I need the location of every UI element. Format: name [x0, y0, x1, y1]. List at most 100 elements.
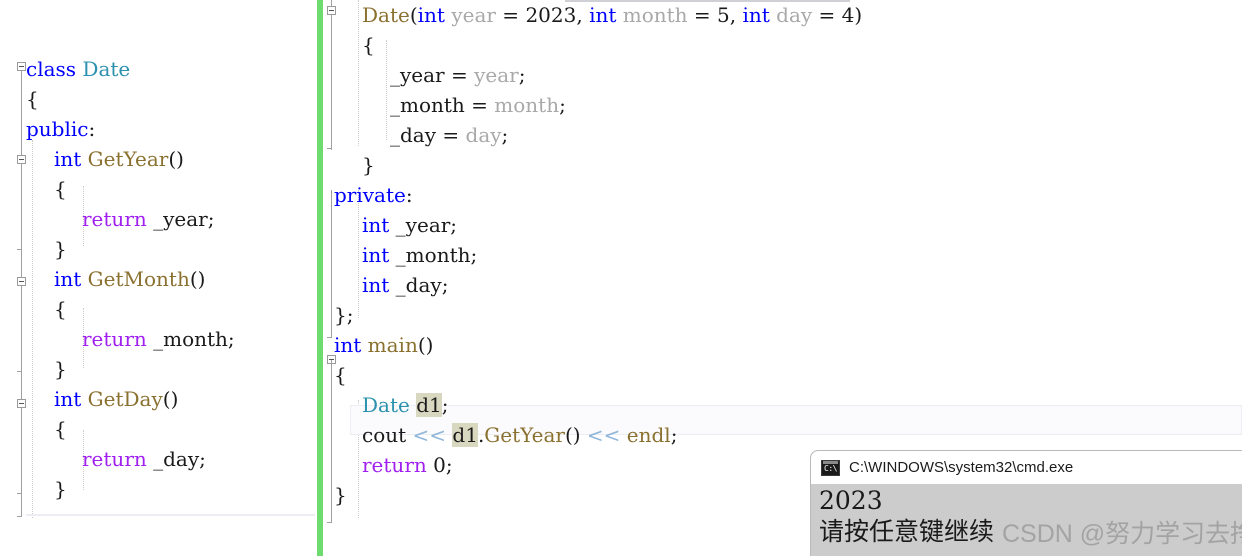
code-line[interactable]: int GetYear(): [26, 144, 235, 174]
code-token: (): [417, 333, 434, 357]
code-line[interactable]: int GetDay(): [26, 384, 235, 414]
change-indicator-bar: [317, 0, 323, 556]
code-token: endl: [626, 423, 671, 447]
code-token: (: [409, 3, 418, 27]
code-line[interactable]: Date d1;: [334, 390, 862, 420]
code-token: };: [334, 303, 354, 327]
collapsed-region-rule: [26, 514, 315, 516]
code-token: GetDay: [87, 387, 163, 411]
code-line[interactable]: return _day;: [26, 444, 235, 474]
code-token: :: [88, 117, 96, 141]
code-line[interactable]: public:: [26, 114, 235, 144]
code-token: }: [54, 477, 67, 501]
code-token: =: [687, 3, 718, 27]
console-output-line: 2023: [819, 486, 883, 515]
code-token: Date: [362, 3, 410, 27]
code-line[interactable]: _year = year;: [334, 60, 862, 90]
code-token: 4: [841, 3, 855, 27]
console-output-line: 请按任意键继续: [819, 517, 995, 546]
code-token: {: [334, 363, 347, 387]
code-token: (): [189, 267, 206, 291]
code-token: ;: [441, 393, 449, 417]
collapse-toggle-getyear[interactable]: [17, 155, 26, 164]
console-window[interactable]: C:\ C:\WINDOWS\system32\cmd.exe 2023 请按任…: [810, 450, 1242, 556]
console-titlebar[interactable]: C:\ C:\WINDOWS\system32\cmd.exe: [811, 451, 1242, 484]
code-token: _day: [390, 123, 437, 147]
code-token: month: [622, 3, 688, 27]
collapse-toggle-class-date[interactable]: [17, 62, 26, 71]
code-line[interactable]: }: [26, 354, 235, 384]
code-line[interactable]: }: [334, 480, 862, 510]
code-token: GetMonth: [87, 267, 190, 291]
code-token: private: [334, 183, 406, 207]
code-line[interactable]: _day = day;: [334, 120, 862, 150]
code-token: _day;: [389, 273, 449, 297]
outline-tick-ctor-end: [327, 148, 332, 149]
code-line[interactable]: private:: [334, 180, 862, 210]
code-token: }: [334, 483, 347, 507]
code-line[interactable]: int GetMonth(): [26, 264, 235, 294]
collapse-toggle-getmonth[interactable]: [17, 277, 26, 286]
code-line[interactable]: _month = month;: [334, 90, 862, 120]
code-line[interactable]: return _year;: [26, 204, 235, 234]
code-token: int: [334, 333, 368, 357]
code-token: =: [495, 3, 526, 27]
code-line[interactable]: }: [334, 150, 862, 180]
code-token: _month;: [146, 327, 235, 351]
code-line[interactable]: {: [334, 30, 862, 60]
code-line[interactable]: {: [26, 414, 235, 444]
outline-vertical-main: [331, 360, 332, 523]
code-token: =: [812, 3, 842, 27]
outline-tick-getyear-end: [17, 249, 22, 250]
code-line[interactable]: }: [26, 234, 235, 264]
code-token: GetYear: [87, 147, 169, 171]
code-line[interactable]: Date(int year = 2023, int month = 5, int…: [334, 0, 862, 30]
collapse-toggle-getday[interactable]: [17, 399, 26, 408]
code-token: return: [82, 207, 147, 231]
outline-vertical-ctor: [331, 0, 332, 150]
code-token: <<: [412, 423, 447, 447]
code-token: day: [776, 3, 813, 27]
outline-tick-class-end: [327, 337, 332, 338]
code-token: (): [162, 387, 179, 411]
code-token: =: [436, 123, 466, 147]
code-token: 5: [717, 3, 730, 27]
code-token: =: [444, 63, 475, 87]
code-line[interactable]: cout << d1.GetYear() << endl;: [334, 420, 862, 450]
code-token: (): [564, 423, 581, 447]
code-editor-left-pane[interactable]: class Date{public: int GetYear(){return _…: [0, 0, 316, 556]
code-token: :: [405, 183, 413, 207]
code-token: return: [82, 447, 147, 471]
code-token: int: [362, 243, 390, 267]
code-line[interactable]: {: [26, 294, 235, 324]
code-line[interactable]: };: [334, 300, 862, 330]
right-code-text[interactable]: Date(int year = 2023, int month = 5, int…: [334, 0, 862, 510]
code-token: class: [26, 57, 83, 81]
code-line[interactable]: {: [334, 360, 862, 390]
outline-tick-getmonth-end: [17, 371, 22, 372]
code-token: _year: [390, 63, 445, 87]
code-token: <<: [586, 423, 621, 447]
code-line[interactable]: {: [26, 174, 235, 204]
code-token: _day;: [146, 447, 206, 471]
code-line[interactable]: int main(): [334, 330, 862, 360]
code-line[interactable]: return _month;: [26, 324, 235, 354]
code-token: d1: [452, 423, 478, 447]
code-line[interactable]: int _month;: [334, 240, 862, 270]
code-token: ): [854, 3, 863, 27]
code-token: ,: [729, 3, 743, 27]
code-token: int: [589, 3, 623, 27]
code-line[interactable]: return 0;: [334, 450, 862, 480]
code-token: main: [367, 333, 418, 357]
left-code-text[interactable]: class Date{public: int GetYear(){return _…: [26, 54, 235, 504]
code-token: day: [465, 123, 502, 147]
console-output-area[interactable]: 2023 请按任意键继续: [811, 484, 1242, 556]
code-token: ,: [576, 3, 590, 27]
code-line[interactable]: int _year;: [334, 210, 862, 240]
code-line[interactable]: class Date: [26, 54, 235, 84]
code-line[interactable]: {: [26, 84, 235, 114]
code-line[interactable]: int _day;: [334, 270, 862, 300]
code-line[interactable]: }: [26, 474, 235, 504]
code-token: public: [26, 117, 89, 141]
code-token: d1: [416, 393, 442, 417]
